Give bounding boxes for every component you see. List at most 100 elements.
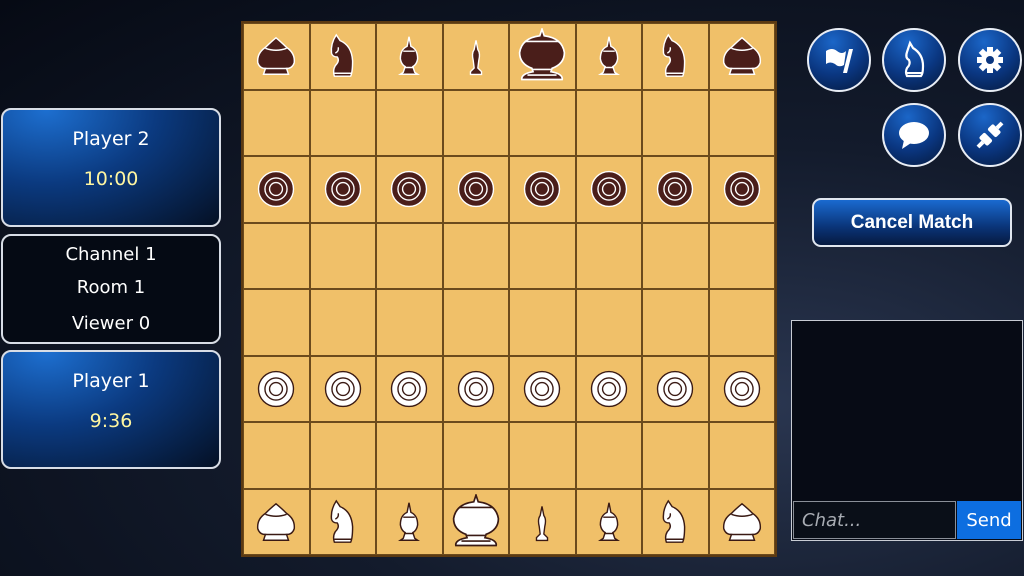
white-pawn-icon[interactable] bbox=[652, 366, 698, 412]
board-square[interactable] bbox=[575, 355, 642, 422]
board-square[interactable] bbox=[575, 222, 642, 289]
black-knight-icon[interactable] bbox=[651, 32, 699, 80]
board-square[interactable] bbox=[509, 355, 576, 422]
board-square[interactable] bbox=[442, 355, 509, 422]
black-pawn-icon[interactable] bbox=[519, 166, 565, 212]
board-square[interactable] bbox=[442, 156, 509, 223]
board-square[interactable] bbox=[442, 89, 509, 156]
board-square[interactable] bbox=[309, 289, 376, 356]
board-square[interactable] bbox=[708, 156, 775, 223]
white-queen-icon[interactable] bbox=[519, 499, 565, 545]
board-square[interactable] bbox=[575, 422, 642, 489]
board-square[interactable] bbox=[442, 422, 509, 489]
white-pawn-icon[interactable] bbox=[253, 366, 299, 412]
board-square[interactable] bbox=[309, 222, 376, 289]
resign-button[interactable] bbox=[807, 28, 871, 92]
board-square[interactable] bbox=[243, 488, 310, 555]
board-square[interactable] bbox=[642, 355, 709, 422]
board-square[interactable] bbox=[243, 23, 310, 90]
board-square[interactable] bbox=[642, 422, 709, 489]
board-square[interactable] bbox=[442, 488, 509, 555]
board-square[interactable] bbox=[243, 89, 310, 156]
white-rook-icon[interactable] bbox=[718, 498, 766, 546]
disconnect-button[interactable] bbox=[958, 103, 1022, 167]
white-knight-icon[interactable] bbox=[319, 498, 367, 546]
board-square[interactable] bbox=[509, 422, 576, 489]
black-pawn-icon[interactable] bbox=[719, 166, 765, 212]
black-rook-icon[interactable] bbox=[252, 32, 300, 80]
board-square[interactable] bbox=[442, 222, 509, 289]
board-square[interactable] bbox=[642, 289, 709, 356]
board-square[interactable] bbox=[575, 156, 642, 223]
board-square[interactable] bbox=[309, 488, 376, 555]
board-square[interactable] bbox=[376, 222, 443, 289]
board-square[interactable] bbox=[642, 89, 709, 156]
black-pawn-icon[interactable] bbox=[253, 166, 299, 212]
board-square[interactable] bbox=[309, 355, 376, 422]
board-square[interactable] bbox=[575, 488, 642, 555]
board-square[interactable] bbox=[376, 355, 443, 422]
black-queen-icon[interactable] bbox=[453, 33, 499, 79]
board-square[interactable] bbox=[376, 156, 443, 223]
cancel-match-button[interactable]: Cancel Match bbox=[812, 198, 1012, 247]
black-pawn-icon[interactable] bbox=[386, 166, 432, 212]
black-pawn-icon[interactable] bbox=[586, 166, 632, 212]
board-square[interactable] bbox=[642, 23, 709, 90]
send-button[interactable]: Send bbox=[957, 501, 1021, 539]
board-square[interactable] bbox=[243, 222, 310, 289]
board-square[interactable] bbox=[309, 156, 376, 223]
board-square[interactable] bbox=[708, 488, 775, 555]
board-square[interactable] bbox=[642, 222, 709, 289]
black-bishop-icon[interactable] bbox=[385, 32, 433, 80]
black-king-icon[interactable] bbox=[514, 28, 570, 84]
board-square[interactable] bbox=[442, 289, 509, 356]
board-square[interactable] bbox=[509, 156, 576, 223]
board-square[interactable] bbox=[708, 222, 775, 289]
white-pawn-icon[interactable] bbox=[586, 366, 632, 412]
board-square[interactable] bbox=[575, 89, 642, 156]
board-square[interactable] bbox=[376, 89, 443, 156]
black-rook-icon[interactable] bbox=[718, 32, 766, 80]
white-pawn-icon[interactable] bbox=[386, 366, 432, 412]
board-square[interactable] bbox=[575, 289, 642, 356]
board-square[interactable] bbox=[509, 89, 576, 156]
board-square[interactable] bbox=[243, 422, 310, 489]
black-pawn-icon[interactable] bbox=[652, 166, 698, 212]
board-square[interactable] bbox=[309, 422, 376, 489]
settings-button[interactable] bbox=[958, 28, 1022, 92]
black-pawn-icon[interactable] bbox=[453, 166, 499, 212]
board-square[interactable] bbox=[376, 488, 443, 555]
white-pawn-icon[interactable] bbox=[320, 366, 366, 412]
white-king-icon[interactable] bbox=[448, 493, 504, 550]
board-square[interactable] bbox=[243, 355, 310, 422]
board-square[interactable] bbox=[642, 156, 709, 223]
chat-toggle-button[interactable] bbox=[882, 103, 946, 167]
board-square[interactable] bbox=[509, 23, 576, 90]
board-square[interactable] bbox=[376, 23, 443, 90]
black-bishop-icon[interactable] bbox=[585, 32, 633, 80]
board-square[interactable] bbox=[243, 156, 310, 223]
chat-input[interactable] bbox=[793, 501, 956, 539]
board-square[interactable] bbox=[309, 89, 376, 156]
white-bishop-icon[interactable] bbox=[385, 498, 433, 546]
board-square[interactable] bbox=[708, 355, 775, 422]
board-square[interactable] bbox=[376, 289, 443, 356]
black-knight-icon[interactable] bbox=[319, 32, 367, 80]
white-pawn-icon[interactable] bbox=[719, 366, 765, 412]
white-rook-icon[interactable] bbox=[252, 498, 300, 546]
board-square[interactable] bbox=[642, 488, 709, 555]
board-square[interactable] bbox=[708, 23, 775, 90]
board-square[interactable] bbox=[509, 488, 576, 555]
white-knight-icon[interactable] bbox=[651, 498, 699, 546]
board-square[interactable] bbox=[708, 422, 775, 489]
board-square[interactable] bbox=[309, 23, 376, 90]
black-pawn-icon[interactable] bbox=[320, 166, 366, 212]
white-pawn-icon[interactable] bbox=[519, 366, 565, 412]
board-square[interactable] bbox=[243, 289, 310, 356]
board-square[interactable] bbox=[708, 289, 775, 356]
white-bishop-icon[interactable] bbox=[585, 498, 633, 546]
board-square[interactable] bbox=[509, 222, 576, 289]
white-pawn-icon[interactable] bbox=[453, 366, 499, 412]
board-square[interactable] bbox=[575, 23, 642, 90]
board-square[interactable] bbox=[442, 23, 509, 90]
